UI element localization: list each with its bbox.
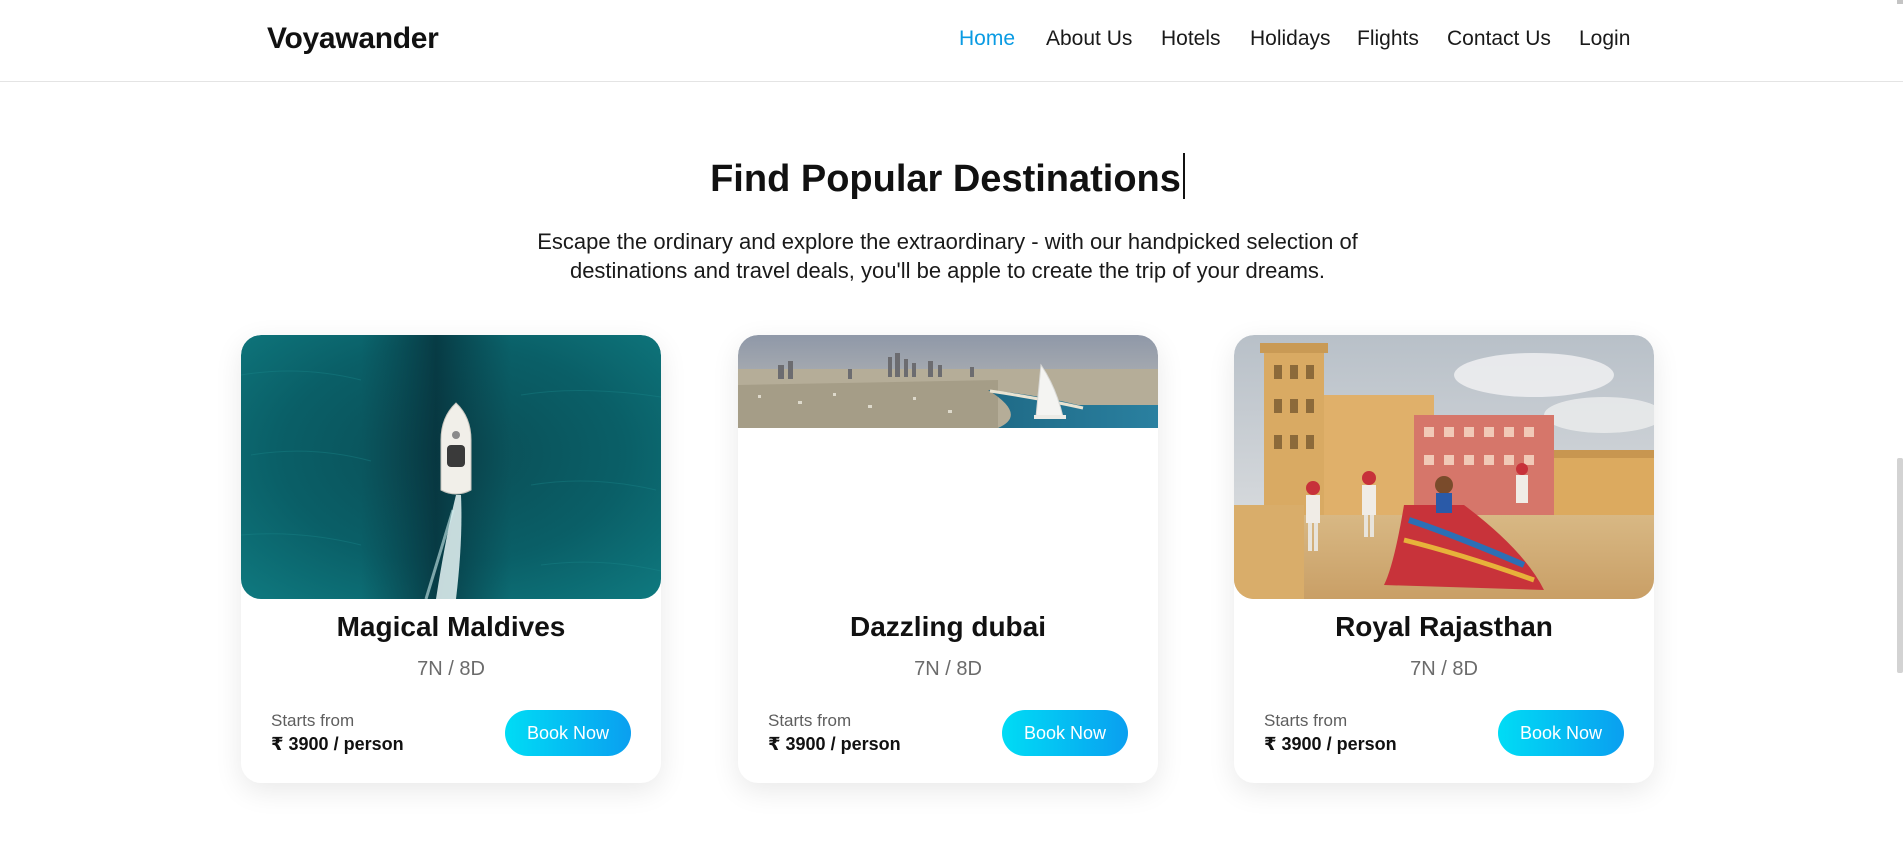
maldives-image <box>241 335 661 599</box>
price-label: Starts from <box>1264 711 1348 730</box>
scrollbar-thumb[interactable] <box>1897 458 1903 673</box>
dubai-image <box>738 335 1158 428</box>
nav-flights[interactable]: Flights <box>1357 27 1419 51</box>
destination-card-maldives: Magical Maldives 7N / 8D Starts from ₹ 3… <box>241 335 661 783</box>
price-value: ₹ 3900 / person <box>1264 734 1397 754</box>
price-label: Starts from <box>768 711 852 730</box>
price-label: Starts from <box>271 711 355 730</box>
card-duration: 7N / 8D <box>914 658 982 680</box>
card-title: Royal Rajasthan <box>1335 611 1553 642</box>
site-header: Voyawander Home About Us Hotels Holidays… <box>0 0 1903 82</box>
text-cursor <box>1182 153 1185 199</box>
book-now-button[interactable]: Book Now <box>1498 710 1624 756</box>
card-duration: 7N / 8D <box>417 658 485 680</box>
nav-holidays[interactable]: Holidays <box>1250 27 1331 51</box>
section-title: Find Popular Destinations <box>710 158 1181 200</box>
nav-contact-us[interactable]: Contact Us <box>1447 27 1551 51</box>
nav-hotels[interactable]: Hotels <box>1161 27 1221 51</box>
price-value: ₹ 3900 / person <box>768 734 901 754</box>
scrollbar-top-marker <box>1897 0 1903 4</box>
rajasthan-image <box>1234 335 1654 599</box>
card-title: Dazzling dubai <box>850 611 1046 642</box>
nav-about-us[interactable]: About Us <box>1046 27 1132 51</box>
section-subtitle: Escape the ordinary and explore the extr… <box>537 229 1358 283</box>
destination-card-dubai: Dazzling dubai 7N / 8D Starts from ₹ 390… <box>738 335 1158 783</box>
price-value: ₹ 3900 / person <box>271 734 404 754</box>
nav-home[interactable]: Home <box>959 27 1015 51</box>
book-now-button[interactable]: Book Now <box>505 710 631 756</box>
page-scrollbar[interactable] <box>1897 0 1903 855</box>
main-nav: Home About Us Hotels Holidays Flights Co… <box>0 27 1903 57</box>
nav-login[interactable]: Login <box>1579 27 1630 51</box>
card-duration: 7N / 8D <box>1410 658 1478 680</box>
section-title-wrap: Find Popular Destinations <box>0 153 1895 201</box>
card-title: Magical Maldives <box>336 611 566 642</box>
book-now-button[interactable]: Book Now <box>1002 710 1128 756</box>
destination-card-rajasthan: Royal Rajasthan 7N / 8D Starts from ₹ 39… <box>1234 335 1654 783</box>
